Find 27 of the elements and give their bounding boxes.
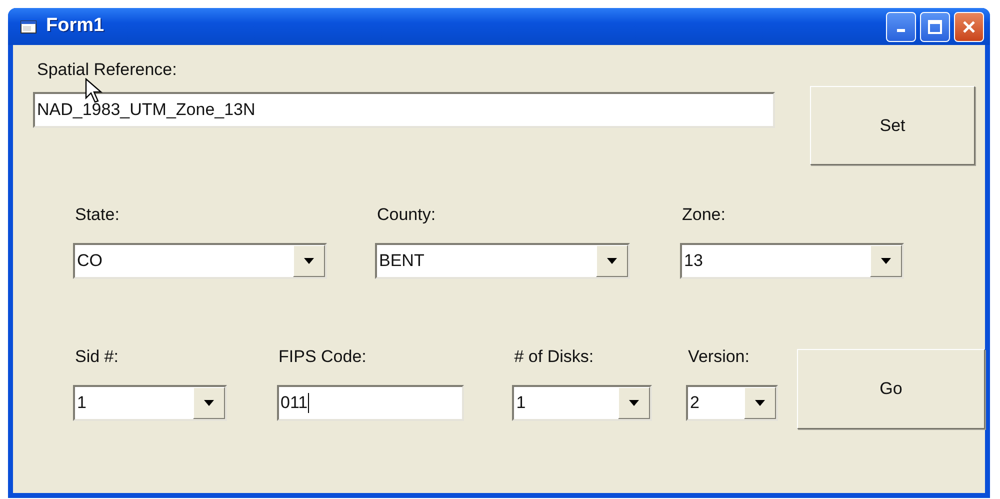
field-label: # of Disks: — [514, 347, 595, 367]
dropdown[interactable]: BENT — [375, 243, 630, 279]
mouse-cursor-icon — [85, 78, 103, 104]
field-label: Zone: — [682, 205, 726, 225]
field-label: State: — [75, 205, 120, 225]
field-label: Sid #: — [75, 347, 120, 367]
dropdown[interactable]: 1 — [512, 385, 652, 421]
field-label: County: — [377, 205, 437, 225]
go-button[interactable]: Go — [796, 349, 985, 429]
spatial-reference-field[interactable]: NAD_1983_UTM_Zone_13N — [33, 92, 775, 128]
input-field[interactable]: 011 — [276, 385, 464, 421]
maximize-icon — [927, 18, 943, 34]
minimize-button[interactable] — [886, 12, 916, 42]
field-label: FIPS Code: — [278, 347, 368, 367]
dropdown[interactable]: 1 — [73, 385, 226, 421]
minimize-icon — [897, 29, 905, 32]
dropdown[interactable]: 2 — [686, 385, 778, 421]
maximize-button[interactable] — [920, 12, 950, 42]
close-button[interactable] — [954, 12, 984, 42]
window-title: Form1 — [46, 14, 104, 38]
form-icon — [20, 18, 38, 34]
field-label: Version: — [688, 347, 750, 367]
dropdown[interactable]: 13 — [680, 243, 904, 279]
set-button[interactable]: Set — [810, 86, 975, 165]
close-icon — [961, 18, 977, 34]
dropdown[interactable]: CO — [73, 243, 327, 279]
field-label: Spatial Reference: — [37, 60, 178, 80]
